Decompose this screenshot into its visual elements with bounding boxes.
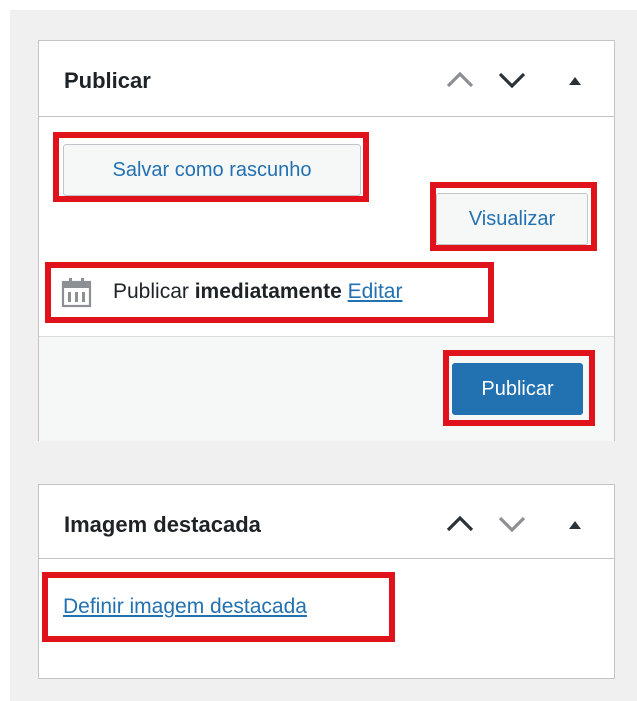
- publish-panel-title: Publicar: [64, 68, 151, 93]
- publish-panel-header: Publicar: [39, 41, 614, 117]
- featured-image-panel-header: Imagem destacada: [39, 485, 614, 559]
- publish-panel: Publicar Salvar como rascunho Visualizar: [38, 40, 615, 441]
- triangle-up-icon[interactable]: [558, 63, 592, 97]
- calendar-icon: [61, 276, 93, 308]
- schedule-prefix: Publicar: [113, 280, 189, 303]
- edit-schedule-link[interactable]: Editar: [348, 280, 403, 303]
- publish-schedule: Publicar imediatamente Editar: [61, 276, 501, 312]
- featured-image-panel: Imagem destacada Definir imagem destacad…: [38, 484, 615, 679]
- publish-actions: Publicar: [39, 336, 614, 441]
- featured-image-panel-title: Imagem destacada: [64, 512, 261, 537]
- preview-button[interactable]: Visualizar: [436, 193, 588, 245]
- chevron-down-icon[interactable]: [495, 507, 529, 541]
- save-draft-button[interactable]: Salvar como rascunho: [63, 144, 361, 196]
- chevron-up-icon[interactable]: [443, 507, 477, 541]
- set-featured-image-link[interactable]: Definir imagem destacada: [63, 595, 307, 619]
- publish-button[interactable]: Publicar: [452, 363, 583, 415]
- schedule-text: Publicar imediatamente Editar: [113, 280, 402, 304]
- schedule-value: imediatamente: [194, 280, 342, 303]
- chevron-up-icon[interactable]: [443, 63, 477, 97]
- chevron-down-icon[interactable]: [495, 63, 529, 97]
- triangle-up-icon[interactable]: [558, 507, 592, 541]
